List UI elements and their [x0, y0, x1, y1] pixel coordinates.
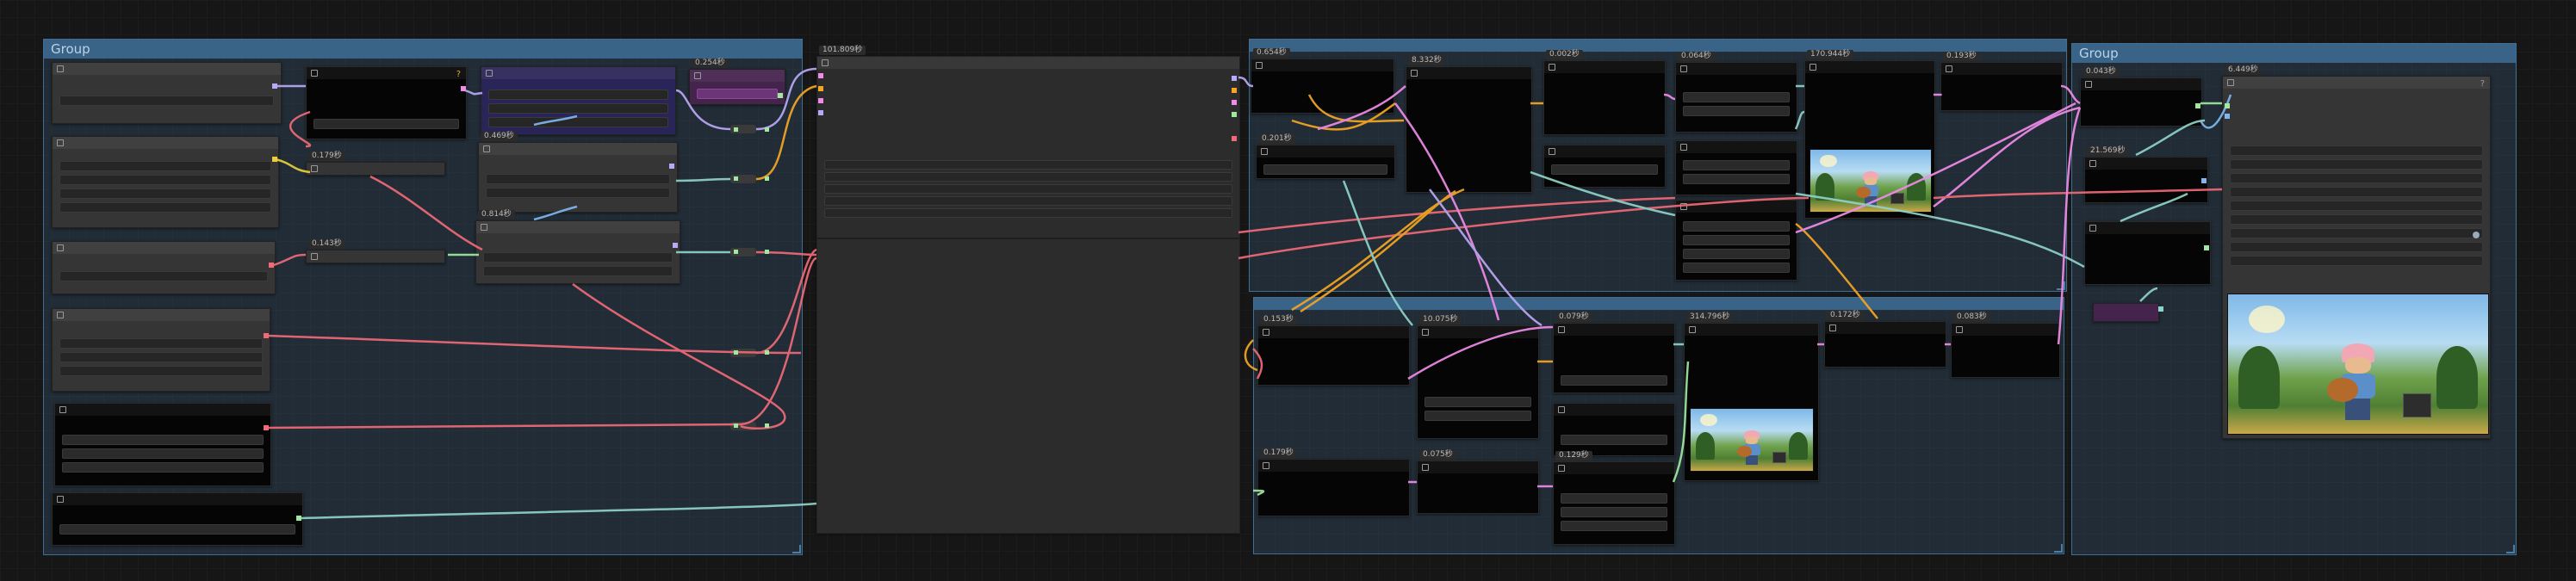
socket [2225, 114, 2230, 119]
wire [2135, 119, 2206, 157]
wire [572, 282, 786, 430]
socket [1232, 76, 1237, 81]
socket [269, 263, 274, 268]
wire [301, 502, 817, 520]
socket [669, 164, 674, 169]
wire [755, 248, 817, 355]
connection-wires [264, 67, 2232, 521]
wire [273, 253, 307, 267]
socket [734, 176, 738, 181]
wire [1428, 189, 1542, 327]
sockets [264, 73, 2230, 521]
wire [275, 158, 311, 174]
wire [266, 423, 742, 430]
socket [734, 250, 738, 254]
wire [1252, 489, 1265, 497]
socket [818, 73, 823, 78]
wire [2139, 287, 2158, 302]
wire [2199, 94, 2232, 129]
socket [461, 86, 466, 91]
wire [2057, 107, 2082, 345]
socket [264, 425, 269, 430]
socket [734, 127, 738, 132]
wire [1795, 222, 1878, 319]
socket [734, 423, 738, 428]
wire [289, 110, 312, 148]
socket [2195, 103, 2200, 108]
socket [2158, 306, 2163, 312]
socket [734, 350, 738, 355]
socket [673, 243, 678, 248]
socket [272, 157, 277, 162]
wire [1407, 325, 1554, 380]
socket [765, 423, 769, 428]
socket [778, 93, 783, 98]
socket [1232, 136, 1237, 141]
wire [2060, 84, 2081, 105]
socket [2201, 178, 2207, 183]
wire [675, 177, 731, 182]
wire [1244, 339, 1258, 372]
socket [296, 516, 301, 521]
socket [765, 127, 769, 132]
wire [1795, 192, 2085, 269]
socket [2204, 245, 2209, 250]
wire [1795, 102, 2076, 234]
wire [2120, 192, 2188, 223]
socket [272, 83, 277, 89]
wire [1933, 106, 2081, 208]
socket [818, 98, 823, 103]
wire [1672, 361, 1690, 483]
socket [1232, 100, 1237, 105]
socket [765, 250, 769, 254]
wire [533, 114, 578, 127]
wire [1663, 93, 1676, 101]
wire [369, 175, 483, 251]
wire [533, 205, 578, 221]
wire [1291, 188, 1465, 312]
wire [1794, 110, 1805, 130]
wire [740, 257, 817, 426]
wire [1291, 102, 1396, 131]
socket [1232, 112, 1237, 117]
wire [675, 89, 731, 131]
socket [1232, 88, 1237, 93]
socket [264, 333, 269, 338]
socket [765, 176, 769, 181]
socket [765, 350, 769, 355]
wire [1252, 348, 1263, 380]
wire [464, 89, 483, 96]
wire [1317, 85, 1406, 131]
wire [1238, 196, 1809, 260]
wire [266, 334, 802, 355]
socket [818, 110, 823, 115]
wire [1300, 189, 1456, 313]
wire [755, 67, 817, 131]
wire [1342, 180, 1413, 326]
socket [2225, 103, 2230, 108]
socket [818, 86, 823, 91]
wire [1238, 76, 1254, 88]
